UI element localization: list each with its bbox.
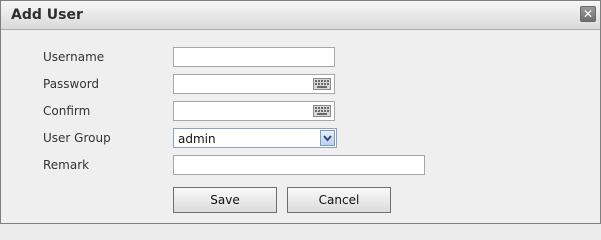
remark-input[interactable] <box>174 156 424 174</box>
add-user-dialog: Add User ✕ Username Password Confirm Use… <box>0 0 601 224</box>
close-icon: ✕ <box>582 7 594 21</box>
dropdown-button[interactable] <box>320 130 335 146</box>
chevron-down-icon <box>323 135 332 142</box>
username-label: Username <box>43 50 105 64</box>
cancel-button[interactable]: Cancel <box>287 187 391 213</box>
user-group-select[interactable]: admin <box>173 128 337 148</box>
remark-field[interactable] <box>173 155 425 175</box>
confirm-field[interactable] <box>173 101 335 121</box>
close-button[interactable]: ✕ <box>580 6 596 22</box>
save-button[interactable]: Save <box>173 187 277 213</box>
user-group-selected-value: admin <box>178 132 216 146</box>
remark-label: Remark <box>43 158 90 172</box>
keyboard-icon[interactable] <box>313 78 331 90</box>
password-input[interactable] <box>174 75 334 93</box>
dialog-title: Add User <box>11 7 83 23</box>
user-group-label: User Group <box>43 131 111 145</box>
username-input[interactable] <box>174 48 334 66</box>
dialog-titlebar: Add User ✕ <box>1 1 600 30</box>
confirm-input[interactable] <box>174 102 334 120</box>
password-field[interactable] <box>173 74 335 94</box>
confirm-label: Confirm <box>43 104 91 118</box>
password-label: Password <box>43 77 100 91</box>
username-field[interactable] <box>173 47 335 67</box>
keyboard-icon[interactable] <box>313 105 331 117</box>
